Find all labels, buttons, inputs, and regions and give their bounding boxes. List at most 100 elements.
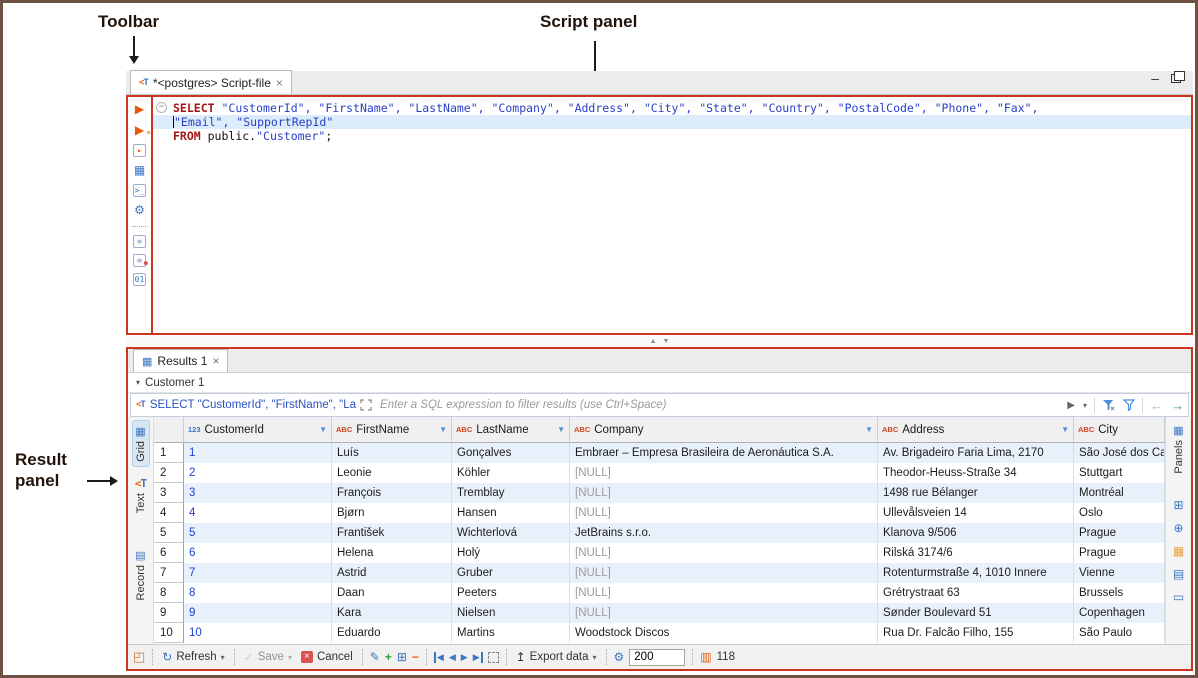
export-data-button[interactable]: ↥ Export data ▾ [514,650,599,664]
table-cell[interactable]: Gruber [452,563,570,583]
sql-line[interactable]: "Email", "SupportRepId" [153,115,1191,129]
table-cell[interactable]: Holý [452,543,570,563]
tab-text[interactable]: <T Text [133,473,149,517]
table-cell[interactable]: Copenhagen [1074,603,1165,623]
row-number[interactable]: 10 [154,623,184,643]
settings-gear-icon[interactable]: ⚙ [614,650,625,664]
close-icon[interactable]: × [276,76,283,90]
table-cell[interactable]: Hansen [452,503,570,523]
table-cell[interactable]: František [332,523,452,543]
focus-row-icon[interactable] [487,651,499,663]
table-cell[interactable]: Helena [332,543,452,563]
table-cell[interactable]: São José dos Campos [1074,443,1165,463]
table-cell[interactable]: Köhler [452,463,570,483]
table-cell[interactable]: Wichterlová [452,523,570,543]
row-number[interactable]: 8 [154,583,184,603]
first-row-icon[interactable]: ◀ [433,651,444,663]
table-cell[interactable]: 2 [184,463,332,483]
execute-statement-icon[interactable]: ▶ [132,102,148,117]
table-cell[interactable]: 4 [184,503,332,523]
table-cell[interactable]: [NULL] [570,583,878,603]
table-cell[interactable]: Embraer – Empresa Brasileira de Aeronáut… [570,443,878,463]
row-count-icon[interactable]: ▥ [700,650,711,664]
delete-row-icon[interactable]: − [412,650,419,664]
table-cell[interactable]: [NULL] [570,463,878,483]
table-cell[interactable]: Nielsen [452,603,570,623]
table-cell[interactable]: Montréal [1074,483,1165,503]
table-cell[interactable]: Woodstock Discos [570,623,878,643]
table-cell[interactable]: Luís [332,443,452,463]
filter-history-back-icon[interactable]: ← [1146,398,1167,413]
table-cell[interactable]: Tremblay [452,483,570,503]
sql-console-icon[interactable]: >_ [133,184,146,197]
table-cell[interactable]: Stuttgart [1074,463,1165,483]
filter-settings-icon[interactable] [1119,399,1139,411]
panel-splitter[interactable]: ▲ ▼ [126,335,1193,347]
sql-editor[interactable]: − SELECT "CustomerId", "FirstName", "Last… [153,95,1193,335]
presentation-toggle-icon[interactable]: ◰ [133,649,145,665]
duplicate-row-icon[interactable]: ⊞ [397,650,407,664]
explain-plan-icon[interactable]: ▦ [132,163,148,178]
table-cell[interactable]: Eduardo [332,623,452,643]
table-cell[interactable]: [NULL] [570,563,878,583]
table-cell[interactable]: [NULL] [570,543,878,563]
apply-filter-icon[interactable]: ▶ [1063,400,1079,411]
edit-cell-icon[interactable]: ✎ [370,650,380,664]
table-cell[interactable]: Theodor-Heuss-Straße 34 [878,463,1074,483]
table-cell[interactable]: Rilská 3174/6 [878,543,1074,563]
table-cell[interactable]: 9 [184,603,332,623]
row-number[interactable]: 1 [154,443,184,463]
expand-filter-icon[interactable] [360,399,372,411]
sql-line[interactable]: − SELECT "CustomerId", "FirstName", "Last… [153,101,1191,115]
table-cell[interactable]: Rua Dr. Falcão Filho, 155 [878,623,1074,643]
erase-filter-icon[interactable] [1098,399,1119,411]
column-filter-icon[interactable]: ▼ [1061,425,1069,434]
save-button[interactable]: ✓ Save ▾ [242,650,294,664]
column-filter-icon[interactable]: ▼ [319,425,327,434]
results-tab[interactable]: ▦ Results 1 × [133,349,229,372]
row-number[interactable]: 6 [154,543,184,563]
execute-script-icon[interactable]: ▶ ≡ [132,123,151,138]
table-cell[interactable]: [NULL] [570,503,878,523]
refresh-button[interactable]: ↻ Refresh ▾ [160,650,226,664]
table-cell[interactable]: Martins [452,623,570,643]
table-cell[interactable]: François [332,483,452,503]
table-cell[interactable]: Ullevålsveien 14 [878,503,1074,523]
add-row-icon[interactable]: + [385,650,392,664]
last-row-icon[interactable]: ▶ [473,651,483,663]
column-header-firstname[interactable]: ABC FirstName ▼ [332,417,452,443]
references-panel-icon[interactable]: ▭ [1173,590,1184,604]
table-cell[interactable]: Peeters [452,583,570,603]
grid-corner-cell[interactable] [154,417,184,443]
table-cell[interactable]: Vienne [1074,563,1165,583]
table-cell[interactable]: Gonçalves [452,443,570,463]
breadcrumb[interactable]: ▾ Customer 1 [128,373,1191,393]
column-filter-icon[interactable]: ▼ [557,425,565,434]
table-cell[interactable]: 5 [184,523,332,543]
table-cell[interactable]: Av. Brigadeiro Faria Lima, 2170 [878,443,1074,463]
grouping-panel-icon[interactable]: ⊞ [1173,498,1183,512]
table-cell[interactable]: Bjørn [332,503,452,523]
column-header-address[interactable]: ABC Address ▼ [878,417,1074,443]
column-header-company[interactable]: ABC Company ▼ [570,417,878,443]
row-number[interactable]: 7 [154,563,184,583]
column-filter-icon[interactable]: ▼ [865,425,873,434]
execute-new-tab-icon[interactable]: ▸ [133,144,146,157]
table-cell[interactable]: Prague [1074,543,1165,563]
maximize-icon[interactable] [1171,70,1185,83]
filter-input[interactable]: Enter a SQL expression to filter results… [372,399,1063,411]
table-cell[interactable]: São Paulo [1074,623,1165,643]
table-cell[interactable]: JetBrains s.r.o. [570,523,878,543]
cancel-button[interactable]: × Cancel [299,651,355,663]
row-number[interactable]: 9 [154,603,184,623]
table-cell[interactable]: 1 [184,443,332,463]
table-cell[interactable]: 1498 rue Bélanger [878,483,1074,503]
table-cell[interactable]: 3 [184,483,332,503]
settings-gear-icon[interactable]: ⚙ [132,203,148,218]
binary-data-icon[interactable]: 01 [133,273,146,286]
column-header-customerid[interactable]: 123 CustomerId ▼ [184,417,332,443]
tab-grid[interactable]: ▦ Grid [131,420,150,467]
column-header-lastname[interactable]: ABC LastName ▼ [452,417,570,443]
table-cell[interactable]: Astrid [332,563,452,583]
filter-dropdown-icon[interactable]: ▾ [1079,401,1091,410]
